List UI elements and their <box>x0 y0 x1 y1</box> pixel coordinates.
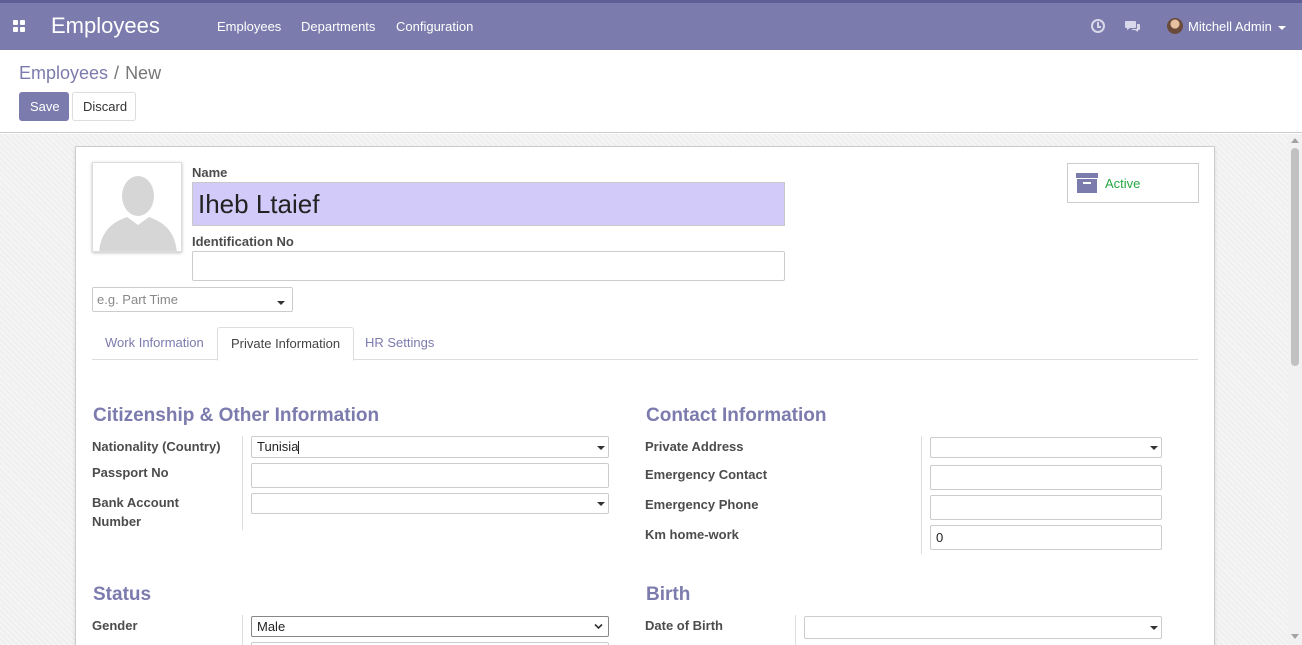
private-address-select[interactable] <box>930 437 1162 458</box>
identification-label: Identification No <box>192 234 294 249</box>
employee-photo[interactable] <box>92 162 182 252</box>
bank-account-label: Bank Account Number <box>92 493 179 531</box>
chevron-down-icon <box>1150 446 1158 450</box>
field-divider <box>795 615 796 645</box>
form-background: Name Iheb Ltaief Identification No e.g. … <box>0 134 1288 645</box>
name-input[interactable]: Iheb Ltaief <box>192 182 785 226</box>
gender-label: Gender <box>92 618 138 633</box>
menu-configuration[interactable]: Configuration <box>396 19 473 34</box>
chat-icon[interactable] <box>1125 19 1141 33</box>
activity-clock-icon[interactable] <box>1091 19 1105 33</box>
category-select[interactable]: e.g. Part Time <box>92 287 293 312</box>
chevron-down-icon <box>277 301 285 305</box>
nationality-value: Tunisia <box>257 439 299 454</box>
scroll-up-arrow-icon[interactable] <box>1291 138 1299 143</box>
breadcrumb-employees[interactable]: Employees <box>19 63 108 83</box>
name-label: Name <box>192 165 228 180</box>
avatar-placeholder-icon <box>93 163 181 251</box>
contact-section-title: Contact Information <box>646 405 827 426</box>
active-label: Active <box>1105 176 1141 191</box>
app-title: Employees <box>51 13 160 38</box>
chevron-down-icon <box>594 623 603 630</box>
chevron-down-icon <box>597 502 605 506</box>
km-home-work-label: Km home-work <box>645 527 739 542</box>
identification-input[interactable] <box>192 251 785 281</box>
form-sheet: Name Iheb Ltaief Identification No e.g. … <box>75 146 1215 645</box>
field-divider <box>242 436 243 530</box>
chevron-down-icon <box>597 446 605 450</box>
emergency-contact-label: Emergency Contact <box>645 467 768 482</box>
passport-input[interactable] <box>251 463 609 488</box>
user-avatar[interactable] <box>1167 18 1183 34</box>
date-of-birth-label: Date of Birth <box>645 618 723 633</box>
field-divider <box>242 615 243 645</box>
birth-section-title: Birth <box>646 584 691 605</box>
menu-employees[interactable]: Employees <box>217 19 281 34</box>
status-section-title: Status <box>93 584 152 605</box>
tab-hr-settings[interactable]: HR Settings <box>352 327 447 360</box>
bank-account-select[interactable] <box>251 493 609 514</box>
tab-work-information[interactable]: Work Information <box>92 327 217 360</box>
nationality-select[interactable]: Tunisia <box>251 436 609 458</box>
control-panel: Employees / New Save Discard <box>0 50 1302 133</box>
user-menu-caret-icon[interactable] <box>1278 26 1286 30</box>
bank-account-label-line2: Number <box>92 514 142 529</box>
text-caret <box>298 441 300 455</box>
field-divider <box>921 436 922 554</box>
gender-select[interactable]: Male <box>251 616 609 637</box>
notebook-tabs: Work Information Private Information HR … <box>92 327 1198 361</box>
discard-button[interactable]: Discard <box>72 92 136 121</box>
citizenship-section-title: Citizenship & Other Information <box>93 405 380 426</box>
emergency-contact-input[interactable] <box>930 465 1162 490</box>
save-button[interactable]: Save <box>19 92 69 121</box>
breadcrumb: Employees / New <box>19 63 161 84</box>
passport-label: Passport No <box>92 465 169 480</box>
km-home-work-input[interactable]: 0 <box>930 525 1162 550</box>
date-of-birth-select[interactable] <box>804 616 1162 639</box>
menu-departments[interactable]: Departments <box>301 19 375 34</box>
breadcrumb-current: New <box>125 63 162 83</box>
breadcrumb-separator: / <box>114 63 120 83</box>
archive-icon <box>1076 173 1098 193</box>
apps-menu-icon[interactable] <box>13 20 25 32</box>
gender-value: Male <box>257 619 286 634</box>
vertical-scrollbar[interactable] <box>1288 134 1302 645</box>
chevron-down-icon <box>1150 626 1158 630</box>
emergency-phone-input[interactable] <box>930 495 1162 520</box>
top-navbar: Employees Employees Departments Configur… <box>0 0 1302 50</box>
bank-account-label-line1: Bank Account <box>92 495 179 510</box>
scrollbar-thumb[interactable] <box>1291 148 1299 366</box>
category-placeholder: e.g. Part Time <box>97 292 178 307</box>
tab-private-information[interactable]: Private Information <box>217 327 355 361</box>
scroll-down-arrow-icon[interactable] <box>1291 634 1299 639</box>
nationality-label: Nationality (Country) <box>92 439 221 454</box>
emergency-phone-label: Emergency Phone <box>645 497 759 512</box>
active-toggle-button[interactable]: Active <box>1067 163 1199 203</box>
user-menu[interactable]: Mitchell Admin <box>1188 19 1272 34</box>
private-address-label: Private Address <box>645 439 744 454</box>
